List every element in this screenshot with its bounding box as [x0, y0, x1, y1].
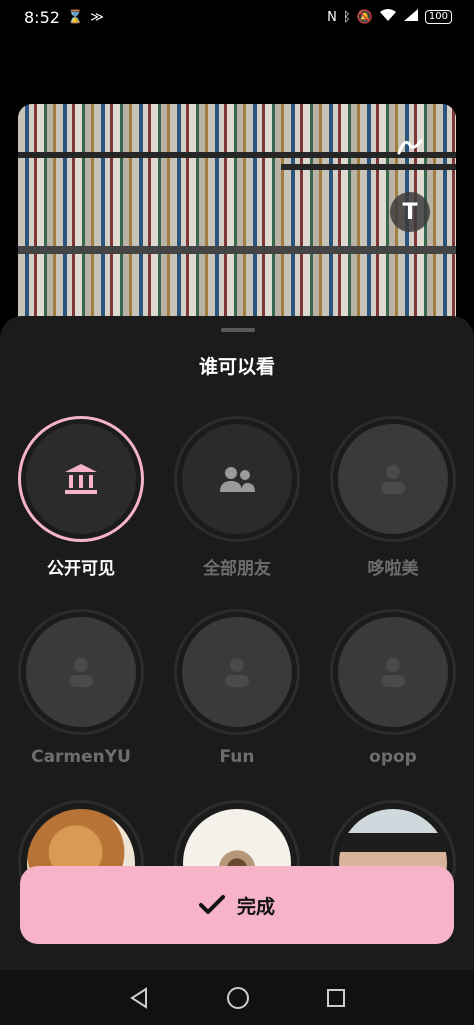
status-time: 8:52: [24, 7, 60, 27]
option-circle[interactable]: [18, 416, 144, 542]
option-label: 全部朋友: [203, 559, 271, 579]
text-tool-button[interactable]: T: [390, 192, 430, 232]
option-all-friends[interactable]: 全部朋友: [172, 416, 302, 579]
option-circle[interactable]: [330, 416, 456, 542]
back-icon[interactable]: [128, 986, 150, 1009]
recents-icon[interactable]: [326, 988, 346, 1008]
hourglass-icon: ⌛: [66, 9, 84, 25]
option-circle[interactable]: [18, 609, 144, 735]
option-circle[interactable]: [174, 416, 300, 542]
mute-icon: 🔕: [356, 9, 373, 25]
done-button-label: 完成: [236, 895, 275, 918]
status-right: N ᛒ 🔕 100: [327, 8, 452, 26]
bluetooth-icon: ᛒ: [342, 9, 351, 25]
option-friend[interactable]: Fun: [172, 609, 302, 767]
option-public[interactable]: 公开可见: [16, 416, 146, 579]
draw-tool-button[interactable]: [390, 126, 430, 166]
nfc-icon: N: [327, 9, 337, 25]
system-nav-bar: [0, 970, 474, 1025]
option-circle[interactable]: [174, 609, 300, 735]
app-notification-icon: ≫: [90, 9, 104, 25]
option-label: 哆啦美: [367, 559, 419, 579]
status-left: 8:52 ⌛ ≫: [24, 8, 104, 27]
draw-icon: [397, 139, 423, 155]
option-label: CarmenYU: [31, 747, 131, 767]
museum-icon: [65, 464, 97, 494]
person-icon: [225, 658, 249, 687]
text-icon: T: [402, 199, 418, 225]
option-circle[interactable]: [330, 609, 456, 735]
person-icon: [69, 658, 93, 687]
done-button[interactable]: 完成: [20, 866, 454, 944]
option-friend[interactable]: opop: [328, 609, 458, 767]
battery-indicator: 100: [424, 10, 452, 24]
option-friend[interactable]: CarmenYU: [16, 609, 146, 767]
signal-icon: [403, 8, 419, 26]
check-icon: [198, 895, 225, 914]
option-label: Fun: [219, 747, 255, 767]
sheet-title: 谁可以看: [198, 356, 275, 378]
option-friend[interactable]: 哆啦美: [328, 416, 458, 579]
status-bar: 8:52 ⌛ ≫ N ᛒ 🔕 100: [0, 0, 474, 34]
person-icon: [381, 465, 405, 494]
option-label: opop: [369, 747, 417, 767]
group-icon: [220, 467, 255, 492]
wifi-icon: [379, 8, 397, 26]
person-icon: [381, 658, 405, 687]
home-icon[interactable]: [226, 986, 250, 1010]
option-label: 公开可见: [47, 559, 115, 579]
sheet-handle[interactable]: [221, 328, 255, 332]
